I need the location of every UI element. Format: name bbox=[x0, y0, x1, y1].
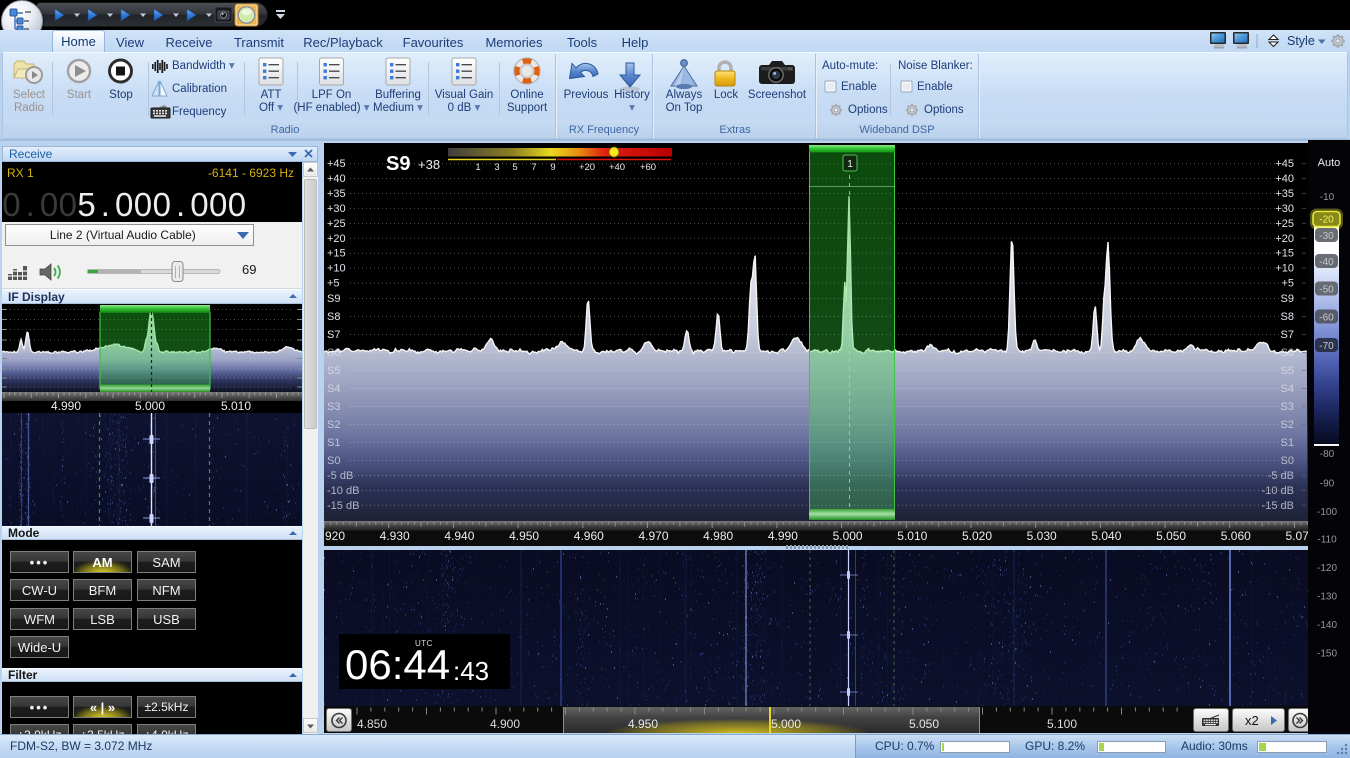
svg-text:-5 dB: -5 dB bbox=[327, 470, 353, 482]
svg-text:-80: -80 bbox=[1320, 449, 1335, 460]
svg-text:-90: -90 bbox=[1320, 479, 1335, 490]
svg-text:+15: +15 bbox=[1275, 248, 1294, 260]
svg-text:S2: S2 bbox=[1281, 419, 1294, 431]
svg-text:5.010: 5.010 bbox=[897, 529, 927, 543]
svg-text:+40: +40 bbox=[327, 173, 346, 185]
svg-text:S5: S5 bbox=[1281, 365, 1294, 377]
svg-text:S3: S3 bbox=[1281, 401, 1294, 413]
svg-text:S4: S4 bbox=[327, 383, 340, 395]
svg-text:S5: S5 bbox=[327, 365, 340, 377]
svg-text:-140: -140 bbox=[1317, 620, 1337, 631]
svg-text:5.000: 5.000 bbox=[833, 529, 863, 543]
svg-text:S1: S1 bbox=[1281, 437, 1294, 449]
svg-text:-70: -70 bbox=[1319, 341, 1334, 352]
svg-text:4.920: 4.920 bbox=[324, 529, 345, 543]
svg-text:-150: -150 bbox=[1317, 649, 1337, 660]
svg-text:3: 3 bbox=[494, 162, 499, 173]
svg-text:4.970: 4.970 bbox=[638, 529, 668, 543]
svg-text:4.980: 4.980 bbox=[703, 529, 733, 543]
svg-text:9: 9 bbox=[550, 162, 555, 173]
svg-text:+20: +20 bbox=[1275, 233, 1294, 245]
svg-text:-60: -60 bbox=[1319, 313, 1334, 324]
svg-text:4.940: 4.940 bbox=[444, 529, 474, 543]
svg-text:S6: S6 bbox=[1281, 347, 1294, 359]
svg-text:S0: S0 bbox=[1281, 455, 1294, 467]
svg-text:-10 dB: -10 dB bbox=[1262, 485, 1294, 497]
svg-text:-130: -130 bbox=[1317, 592, 1337, 603]
svg-text:-20: -20 bbox=[1319, 215, 1334, 226]
svg-text:5.070: 5.070 bbox=[1285, 529, 1308, 543]
svg-text:-120: -120 bbox=[1317, 563, 1337, 574]
svg-text:+25: +25 bbox=[327, 218, 346, 230]
svg-text:+10: +10 bbox=[1275, 263, 1294, 275]
svg-text:+30: +30 bbox=[327, 203, 346, 215]
svg-text:S8: S8 bbox=[327, 311, 340, 323]
svg-text:+45: +45 bbox=[327, 158, 346, 170]
svg-text:S1: S1 bbox=[327, 437, 340, 449]
svg-text:+40: +40 bbox=[609, 162, 625, 173]
svg-text:+60: +60 bbox=[640, 162, 656, 173]
svg-text:S7: S7 bbox=[327, 329, 340, 341]
svg-text:-30: -30 bbox=[1319, 231, 1334, 242]
svg-text:+38: +38 bbox=[418, 157, 440, 172]
svg-text:S4: S4 bbox=[1281, 383, 1294, 395]
svg-text:-50: -50 bbox=[1319, 285, 1334, 296]
svg-text:5.060: 5.060 bbox=[1221, 529, 1251, 543]
svg-text:4.930: 4.930 bbox=[380, 529, 410, 543]
svg-text:+35: +35 bbox=[327, 188, 346, 200]
svg-text:-15 dB: -15 dB bbox=[327, 500, 359, 512]
svg-text:-5 dB: -5 dB bbox=[1268, 470, 1294, 482]
svg-text:1: 1 bbox=[847, 158, 853, 170]
svg-text:5.030: 5.030 bbox=[1027, 529, 1057, 543]
svg-text:5.040: 5.040 bbox=[1091, 529, 1121, 543]
svg-text:+20: +20 bbox=[579, 162, 595, 173]
svg-text:-40: -40 bbox=[1319, 257, 1334, 268]
svg-text:-15 dB: -15 dB bbox=[1262, 500, 1294, 512]
svg-text:+30: +30 bbox=[1275, 203, 1294, 215]
svg-text:-10: -10 bbox=[1320, 192, 1335, 203]
svg-text:4.960: 4.960 bbox=[574, 529, 604, 543]
svg-text:4.990: 4.990 bbox=[768, 529, 798, 543]
svg-text:+20: +20 bbox=[327, 233, 346, 245]
svg-text:S0: S0 bbox=[327, 455, 340, 467]
svg-text:S8: S8 bbox=[1281, 311, 1294, 323]
svg-text:+25: +25 bbox=[1275, 218, 1294, 230]
svg-text:-100: -100 bbox=[1317, 507, 1337, 518]
svg-text:+5: +5 bbox=[327, 278, 340, 290]
svg-text:5.050: 5.050 bbox=[1156, 529, 1186, 543]
svg-text:4.950: 4.950 bbox=[509, 529, 539, 543]
svg-text:5: 5 bbox=[512, 162, 517, 173]
svg-text:S3: S3 bbox=[327, 401, 340, 413]
svg-text:+35: +35 bbox=[1275, 188, 1294, 200]
svg-text:S9: S9 bbox=[386, 153, 410, 175]
svg-text:Auto: Auto bbox=[1318, 157, 1341, 169]
svg-text:S9: S9 bbox=[327, 293, 340, 305]
svg-text:-10 dB: -10 dB bbox=[327, 485, 359, 497]
svg-text:5.020: 5.020 bbox=[962, 529, 992, 543]
svg-text:+5: +5 bbox=[1281, 278, 1294, 290]
svg-text:+15: +15 bbox=[327, 248, 346, 260]
svg-text:S7: S7 bbox=[1281, 329, 1294, 341]
svg-text:Style: Style bbox=[1287, 34, 1315, 48]
svg-text:+40: +40 bbox=[1275, 173, 1294, 185]
svg-text:-110: -110 bbox=[1317, 535, 1337, 546]
svg-text:+10: +10 bbox=[327, 263, 346, 275]
svg-text:S6: S6 bbox=[327, 347, 340, 359]
svg-text:7: 7 bbox=[531, 162, 536, 173]
svg-text:S2: S2 bbox=[327, 419, 340, 431]
svg-text:S9: S9 bbox=[1281, 293, 1294, 305]
svg-text:1: 1 bbox=[475, 162, 480, 173]
svg-text:+45: +45 bbox=[1275, 158, 1294, 170]
